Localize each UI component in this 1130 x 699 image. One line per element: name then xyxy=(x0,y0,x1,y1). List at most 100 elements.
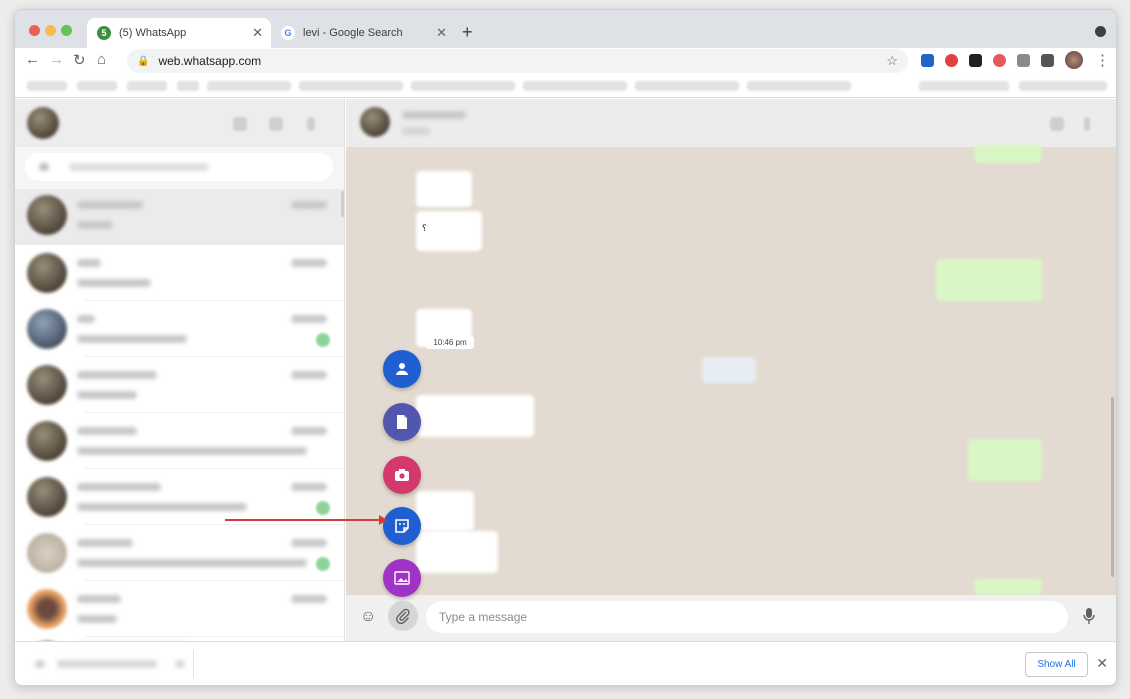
message-out xyxy=(936,259,1042,301)
chat-item[interactable] xyxy=(15,357,344,413)
extensions-puzzle-icon[interactable] xyxy=(1041,54,1054,67)
bookmark-item[interactable] xyxy=(177,81,199,91)
unread-badge xyxy=(316,557,330,571)
status-icon[interactable] xyxy=(233,117,247,131)
reload-icon[interactable]: ↻ xyxy=(73,51,86,69)
message-time: 10:46 pm xyxy=(426,336,474,349)
chat-preview xyxy=(77,279,151,287)
message-out xyxy=(968,439,1042,481)
bookmark-item[interactable] xyxy=(127,81,167,91)
search-messages-icon[interactable] xyxy=(1050,117,1064,131)
show-all-button[interactable]: Show All xyxy=(1025,652,1088,677)
search-input[interactable] xyxy=(25,153,333,181)
back-arrow-icon[interactable]: ← xyxy=(25,51,40,68)
chat-time xyxy=(291,539,327,547)
chat-item[interactable] xyxy=(15,469,344,525)
messages-scrollbar[interactable] xyxy=(1111,397,1114,577)
message-in xyxy=(416,395,534,437)
chat-name xyxy=(77,371,157,379)
chat-item[interactable] xyxy=(15,301,344,357)
forward-arrow-icon[interactable]: → xyxy=(49,51,64,68)
address-bar[interactable]: 🔒 web.whatsapp.com ☆ xyxy=(127,49,908,73)
browser-window: 5 (5) WhatsApp ✕ G levi - Google Search … xyxy=(14,9,1117,686)
extension-adblock-icon[interactable] xyxy=(945,54,958,67)
person-icon xyxy=(396,363,408,375)
attach-button[interactable] xyxy=(388,601,418,631)
bookmark-item[interactable] xyxy=(27,81,67,91)
menu-icon[interactable] xyxy=(307,117,315,131)
attach-camera-button[interactable] xyxy=(383,456,421,494)
my-avatar[interactable] xyxy=(27,107,59,139)
bookmark-item[interactable] xyxy=(77,81,117,91)
extension-1password-icon[interactable] xyxy=(921,54,934,67)
close-downloads-icon[interactable]: ✕ xyxy=(1096,655,1108,672)
chat-time xyxy=(291,483,327,491)
contact-status xyxy=(402,127,430,135)
chat-item[interactable] xyxy=(15,245,344,301)
close-window-button[interactable] xyxy=(29,25,40,36)
bookmark-item[interactable] xyxy=(919,81,1009,91)
tab-strip: 5 (5) WhatsApp ✕ G levi - Google Search … xyxy=(15,10,1116,48)
attach-sticker-button[interactable] xyxy=(383,507,421,545)
document-icon xyxy=(397,415,407,429)
bookmark-item[interactable] xyxy=(299,81,403,91)
tab-search-icon[interactable] xyxy=(1095,26,1106,37)
tab-google-search[interactable]: G levi - Google Search ✕ xyxy=(271,18,455,48)
message-input[interactable]: Type a message xyxy=(426,601,1068,633)
chat-preview xyxy=(77,615,117,623)
search-bar xyxy=(15,147,344,189)
profile-avatar[interactable] xyxy=(1065,51,1083,69)
chat-avatar xyxy=(27,589,67,629)
attach-photos-button[interactable] xyxy=(383,559,421,597)
tab-whatsapp[interactable]: 5 (5) WhatsApp ✕ xyxy=(87,18,271,48)
new-tab-icon[interactable]: + xyxy=(462,22,473,43)
image-icon xyxy=(394,571,410,585)
chat-name xyxy=(77,595,121,603)
close-tab-icon[interactable]: ✕ xyxy=(436,25,447,41)
unread-badge xyxy=(316,501,330,515)
chat-name xyxy=(77,483,161,491)
chat-name xyxy=(77,259,101,267)
chat-name xyxy=(77,539,133,547)
message-out xyxy=(974,579,1042,595)
attach-document-button[interactable] xyxy=(383,403,421,441)
bookmark-star-icon[interactable]: ☆ xyxy=(886,53,898,69)
chat-list-scrollbar[interactable] xyxy=(341,191,344,217)
attach-contact-button[interactable] xyxy=(383,350,421,388)
bookmark-item[interactable] xyxy=(1019,81,1107,91)
bookmark-item[interactable] xyxy=(747,81,851,91)
search-icon xyxy=(39,163,49,171)
bookmark-item[interactable] xyxy=(411,81,515,91)
bookmark-item[interactable] xyxy=(635,81,739,91)
chat-avatar xyxy=(27,195,67,235)
close-tab-icon[interactable]: ✕ xyxy=(252,25,263,41)
chat-name xyxy=(77,201,143,209)
chat-item[interactable] xyxy=(15,413,344,469)
bookmark-item[interactable] xyxy=(523,81,627,91)
chat-item[interactable] xyxy=(15,189,344,245)
sticker-icon xyxy=(395,519,409,533)
home-icon[interactable]: ⌂ xyxy=(97,51,106,68)
minimize-window-button[interactable] xyxy=(45,25,56,36)
zoom-window-button[interactable] xyxy=(61,25,72,36)
new-chat-icon[interactable] xyxy=(269,117,283,131)
extension-copy-icon[interactable] xyxy=(1017,54,1030,67)
chat-name xyxy=(77,315,95,323)
extension-block-icon[interactable] xyxy=(993,54,1006,67)
conversation-pane: ؟ 10:46 pm ☺ Type a message xyxy=(346,99,1116,641)
chat-item[interactable] xyxy=(15,581,344,637)
chat-item[interactable] xyxy=(15,525,344,581)
emoji-icon[interactable]: ☺ xyxy=(360,608,376,626)
chat-avatar xyxy=(27,533,67,573)
chat-avatar xyxy=(27,253,67,293)
contact-avatar[interactable] xyxy=(360,107,390,137)
chat-time xyxy=(291,315,327,323)
chat-preview xyxy=(77,559,307,567)
microphone-icon[interactable] xyxy=(1082,607,1096,630)
extension-m-icon[interactable] xyxy=(969,54,982,67)
kebab-menu-icon[interactable]: ⋮ xyxy=(1095,51,1110,69)
chevron-down-icon[interactable] xyxy=(175,660,185,668)
conversation-menu-icon[interactable] xyxy=(1084,117,1090,131)
download-item[interactable] xyxy=(29,650,194,678)
bookmark-item[interactable] xyxy=(207,81,291,91)
